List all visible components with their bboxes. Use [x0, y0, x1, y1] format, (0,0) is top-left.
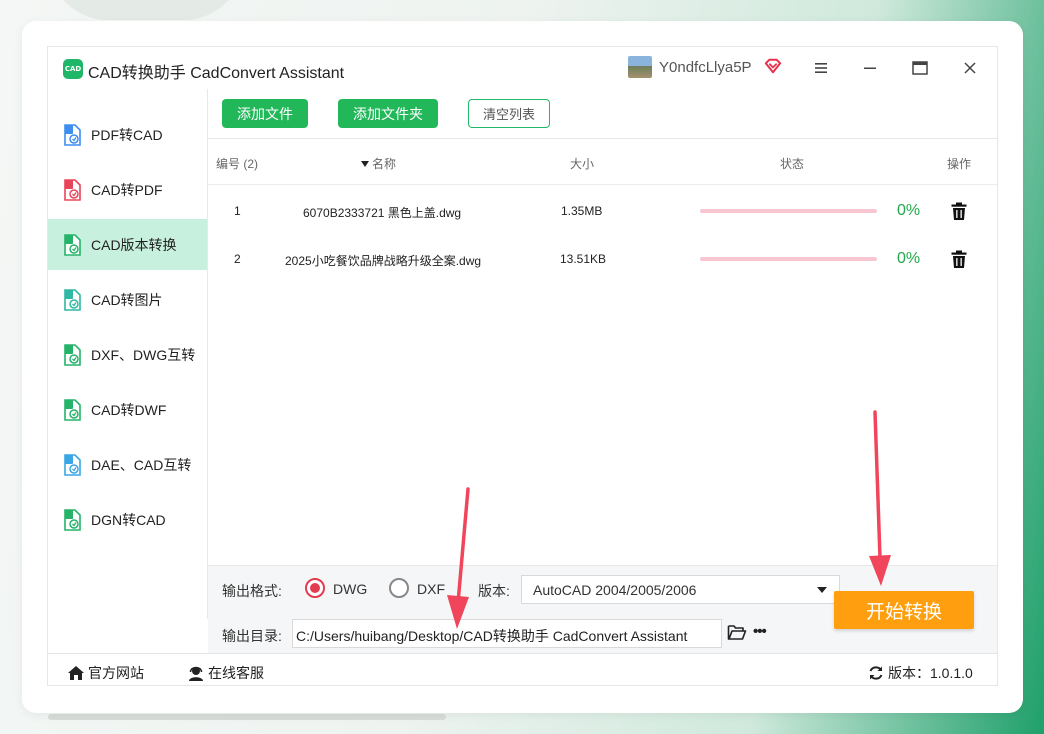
version-select-value: AutoCAD 2004/2005/2006	[533, 582, 697, 598]
add-file-button[interactable]: 添加文件	[222, 99, 308, 128]
username[interactable]: Y0ndfcLlya5P	[659, 59, 752, 76]
file-table-header: 编号 (2) 名称 大小 状态 操作	[208, 140, 997, 185]
sidebar-item[interactable]: CAD转图片	[48, 274, 207, 325]
document-convert-icon	[64, 398, 81, 421]
sidebar-item[interactable]: CAD转PDF	[48, 164, 207, 215]
online-support-link[interactable]: 在线客服	[187, 663, 264, 683]
row-file-name: 6070B2333721 黑色上盖.dwg	[303, 206, 462, 220]
trash-icon[interactable]	[949, 201, 969, 221]
row-percent: 0%	[897, 202, 921, 219]
row-percent: 0%	[897, 250, 921, 267]
support-agent-icon	[189, 666, 203, 681]
row-index: 2	[234, 252, 241, 266]
app-logo: CAD	[63, 59, 83, 79]
row-progress-bar	[700, 257, 877, 261]
sidebar-item[interactable]: CAD转DWF	[48, 384, 207, 435]
sidebar-item[interactable]: DXF、DWG互转	[48, 329, 207, 380]
sort-desc-icon	[361, 161, 369, 167]
sidebar-item[interactable]: DGN转CAD	[48, 494, 207, 545]
avatar[interactable]	[628, 56, 652, 78]
folder-open-icon[interactable]	[727, 624, 747, 641]
header-status: 状态	[780, 157, 805, 171]
official-website-label: 官方网站	[88, 665, 144, 681]
header-name[interactable]: 名称	[361, 155, 396, 172]
row-file-name: 2025小吃餐饮品牌战略升级全案.dwg	[285, 254, 482, 268]
sidebar-item-label: PDF转CAD	[91, 126, 163, 143]
row-file-size: 13.51KB	[560, 252, 607, 266]
document-convert-icon	[64, 123, 81, 146]
header-action: 操作	[947, 157, 972, 171]
version-label: 版本:	[478, 583, 510, 599]
output-format-label: 输出格式:	[222, 583, 282, 599]
sidebar-item-label: CAD转图片	[91, 291, 163, 308]
document-convert-icon	[64, 178, 81, 201]
row-progress-bar	[700, 209, 877, 213]
sidebar-item[interactable]: PDF转CAD	[48, 109, 207, 160]
more-options-icon[interactable]: •••	[753, 623, 767, 640]
document-convert-icon	[64, 343, 81, 366]
sidebar-item-label: DAE、CAD互转	[91, 456, 192, 473]
header-name-label: 名称	[372, 157, 397, 171]
header-size[interactable]: 大小	[570, 155, 594, 172]
vip-diamond-icon[interactable]	[764, 57, 782, 75]
maximize-icon[interactable]	[909, 57, 931, 79]
format-dxf-label[interactable]: DXF	[417, 581, 445, 597]
sidebar-item-label: DXF、DWG互转	[91, 346, 196, 363]
online-support-label: 在线客服	[208, 665, 264, 681]
home-icon	[68, 666, 84, 680]
sidebar-item[interactable]: DAE、CAD互转	[48, 439, 207, 490]
app-window: CAD CAD转换助手 CadConvert Assistant Y0ndfcL…	[22, 21, 1023, 713]
footer: 官方网站 在线客服 版本：1.0.1.0	[48, 653, 997, 685]
document-convert-icon	[64, 288, 81, 311]
chevron-down-icon	[817, 587, 827, 593]
document-convert-icon	[64, 508, 81, 531]
sidebar-item-label: DGN转CAD	[91, 511, 166, 528]
format-dwg-radio[interactable]	[305, 578, 325, 598]
menu-icon[interactable]	[810, 57, 832, 79]
refresh-icon	[869, 666, 883, 680]
version-info[interactable]: 版本：1.0.1.0	[867, 663, 973, 683]
toolbar: 添加文件 添加文件夹 清空列表	[208, 89, 997, 139]
close-icon[interactable]	[959, 57, 981, 79]
sidebar-item-label: CAD转DWF	[91, 401, 167, 418]
document-convert-icon	[64, 453, 81, 476]
row-index: 1	[234, 204, 241, 218]
add-folder-button[interactable]: 添加文件夹	[338, 99, 438, 128]
app-title: CAD转换助手 CadConvert Assistant	[88, 65, 345, 82]
app-frame: CAD CAD转换助手 CadConvert Assistant Y0ndfcL…	[47, 46, 998, 686]
clear-list-button[interactable]: 清空列表	[468, 99, 550, 128]
official-website-link[interactable]: 官方网站	[67, 663, 144, 683]
sidebar: PDF转CAD CAD转PDF CAD版本转换 CAD转图片 DXF、DWG互转 CAD转…	[48, 109, 207, 609]
title-bar: CAD CAD转换助手 CadConvert Assistant Y0ndfcL…	[48, 47, 997, 89]
output-path-field[interactable]: C:/Users/huibang/Desktop/CAD转换助手 CadConv…	[292, 619, 722, 648]
version-select[interactable]: AutoCAD 2004/2005/2006	[521, 575, 840, 604]
row-file-size: 1.35MB	[561, 204, 603, 218]
format-dxf-radio[interactable]	[389, 578, 409, 598]
format-dwg-label[interactable]: DWG	[333, 581, 367, 597]
document-convert-icon	[64, 233, 81, 256]
version-label: 版本：1.0.1.0	[888, 665, 973, 681]
header-index[interactable]: 编号 (2)	[216, 155, 258, 172]
output-dir-label: 输出目录:	[222, 628, 282, 644]
sidebar-item[interactable]: CAD版本转换	[48, 219, 207, 270]
background-blob	[48, 0, 244, 20]
trash-icon[interactable]	[949, 249, 969, 269]
minimize-icon[interactable]	[859, 57, 881, 79]
sidebar-item-label: CAD版本转换	[91, 236, 177, 253]
table-row[interactable]: 2 2025小吃餐饮品牌战略升级全案.dwg 13.51KB 0%	[208, 235, 997, 283]
background-bar	[48, 714, 446, 720]
start-convert-button[interactable]: 开始转换	[834, 591, 974, 629]
table-row[interactable]: 1 6070B2333721 黑色上盖.dwg 1.35MB 0%	[208, 187, 997, 235]
sidebar-item-label: CAD转PDF	[91, 181, 163, 198]
